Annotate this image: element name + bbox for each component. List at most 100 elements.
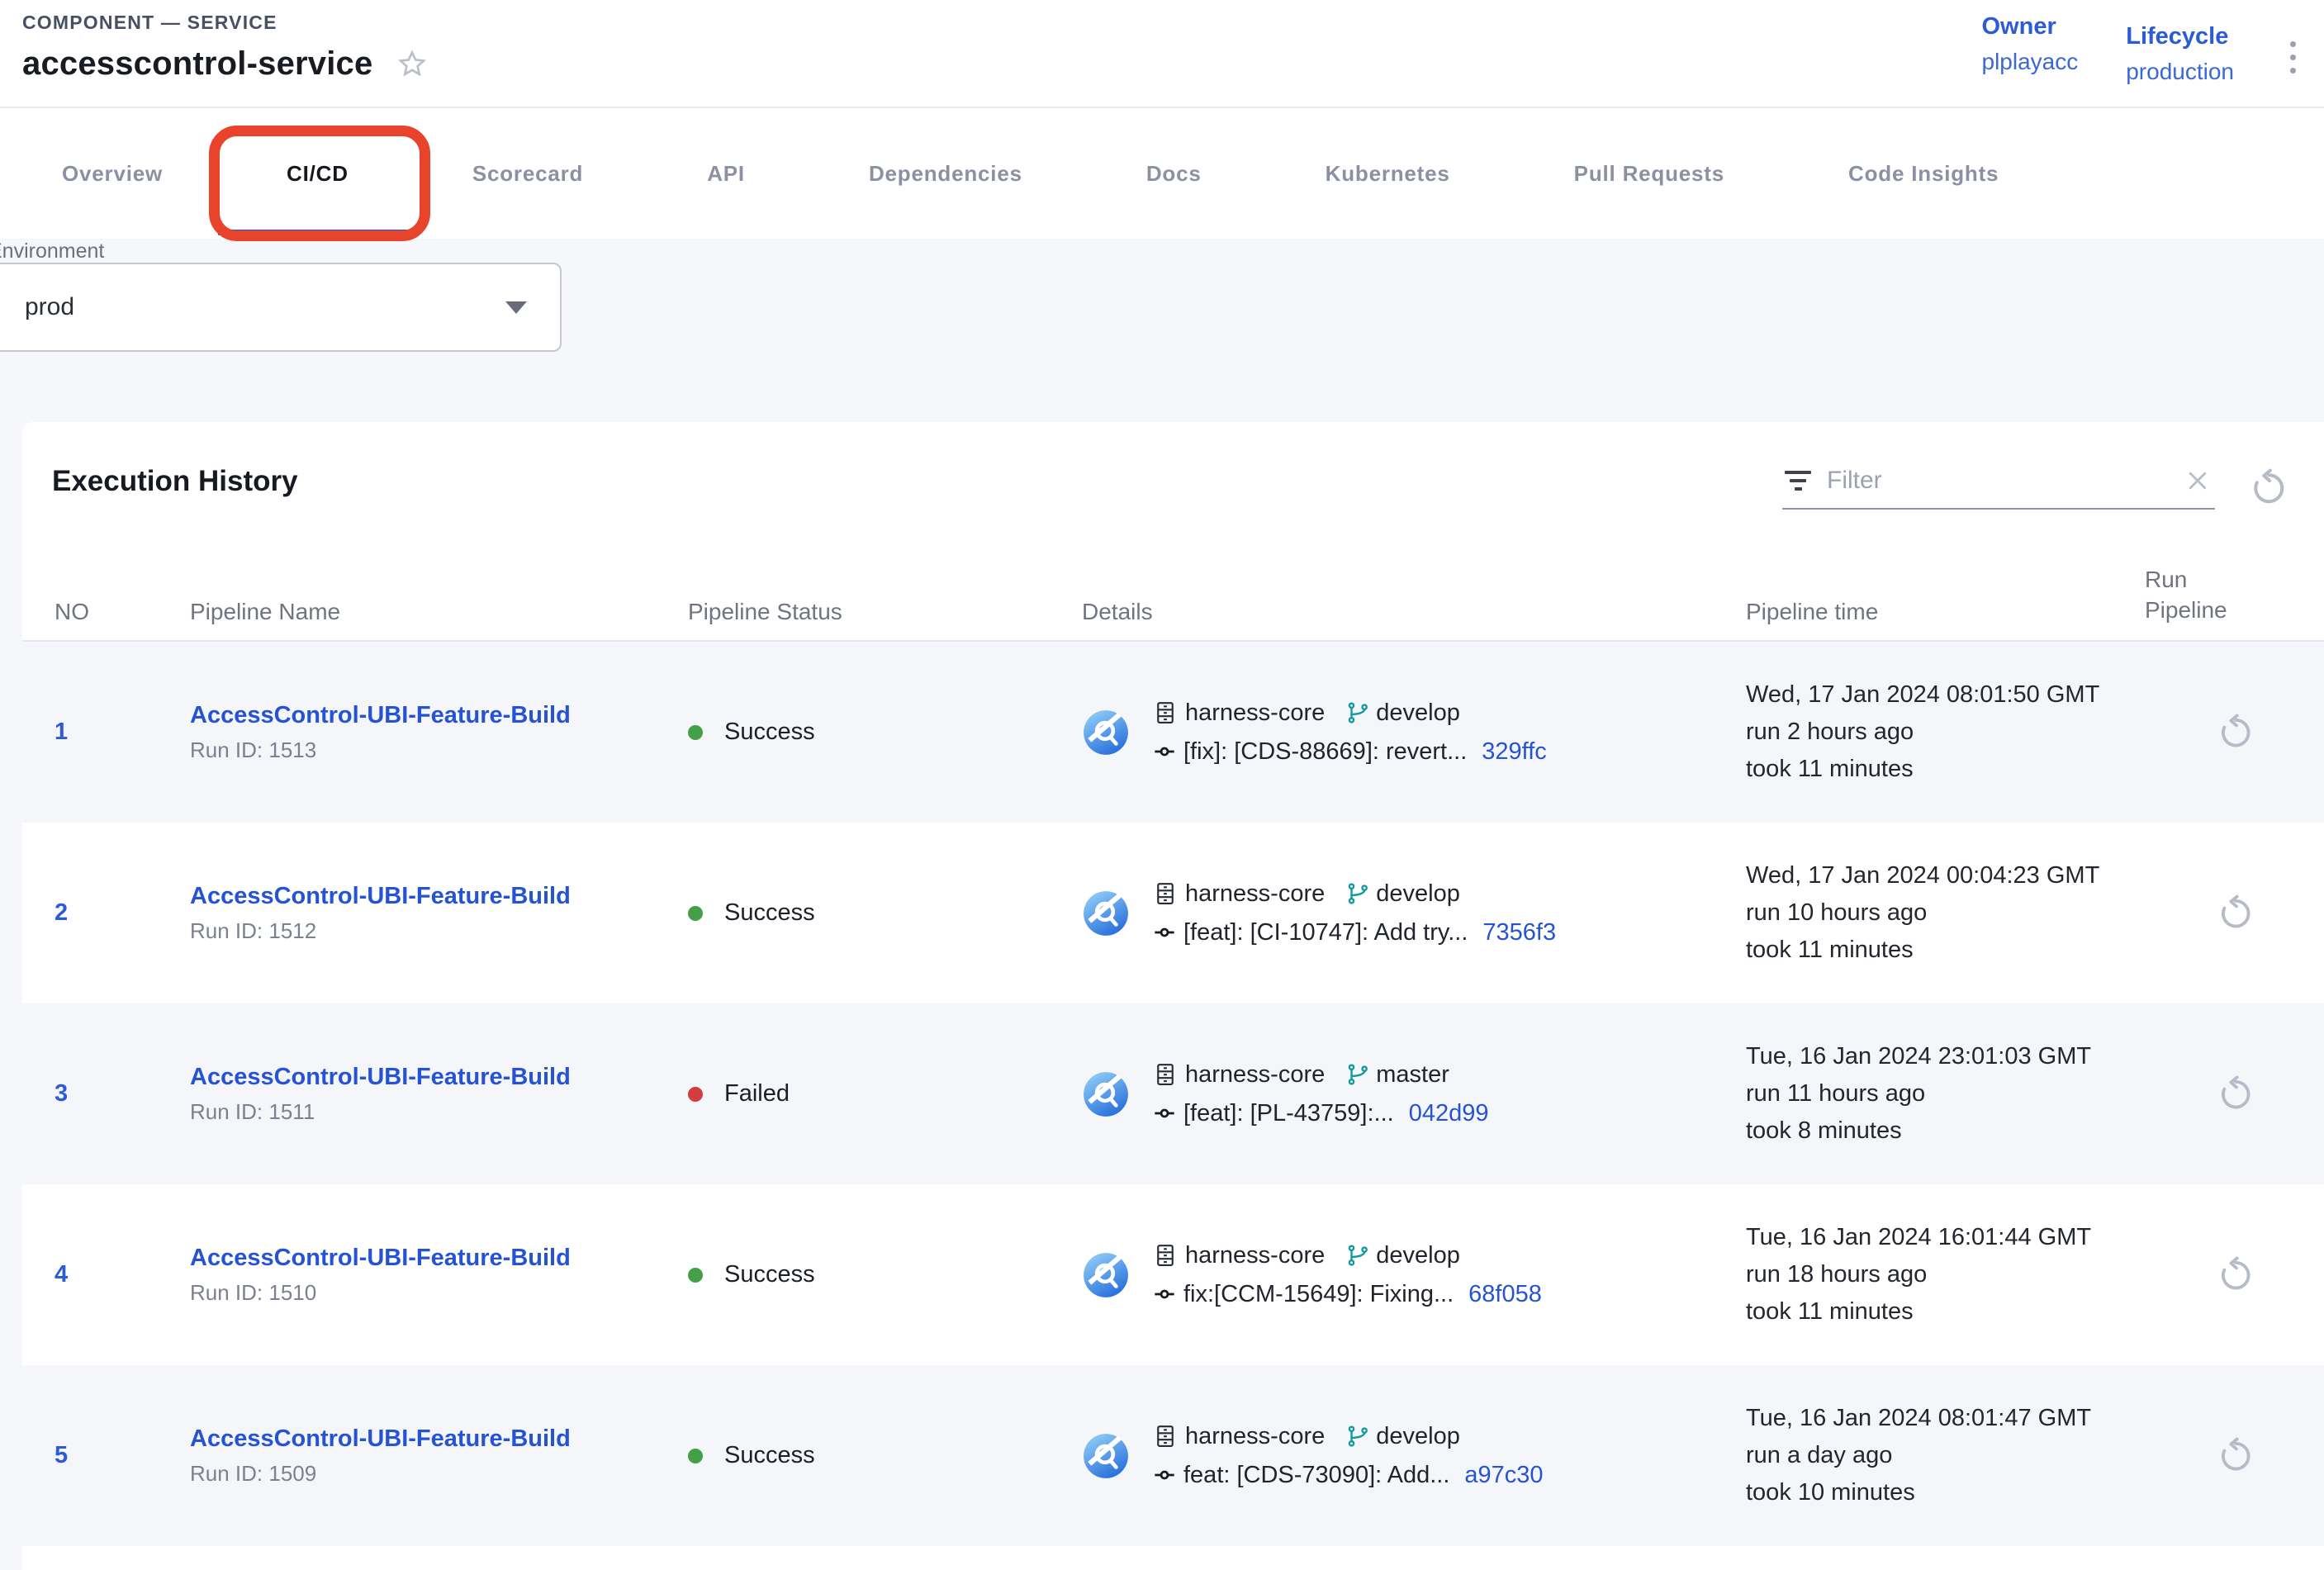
commit-sha-link[interactable]: 7356f3	[1482, 919, 1556, 946]
git-commit-icon	[1153, 1283, 1176, 1306]
pipeline-time: Wed, 17 Jan 2024 08:01:50 GMT run 2 hour…	[1727, 680, 2145, 785]
owner-link[interactable]: plplayacc	[1982, 49, 2079, 75]
column-header-run-pipeline: Run Pipeline	[2145, 564, 2269, 625]
repo-name: harness-core	[1185, 1242, 1325, 1269]
commit-message: fix:[CCM-15649]: Fixing...	[1183, 1281, 1454, 1308]
table-row: 2 AccessControl-UBI-Feature-Build Run ID…	[22, 823, 2324, 1003]
pipeline-name-link[interactable]: AccessControl-UBI-Feature-Build	[190, 1245, 661, 1272]
tab-api[interactable]: API	[707, 108, 745, 239]
status-text: Success	[724, 1261, 815, 1288]
commit-sha-link[interactable]: a97c30	[1464, 1462, 1543, 1489]
pipeline-time: Wed, 17 Jan 2024 00:04:23 GMT run 10 hou…	[1727, 861, 2145, 965]
lifecycle-label: Lifecycle	[2126, 23, 2234, 50]
entity-tabbar: Overview CI/CD Scorecard API Dependencie…	[0, 108, 2324, 239]
run-pipeline-icon[interactable]	[2216, 714, 2254, 752]
commit-message: [feat]: [PL-43759]:...	[1183, 1100, 1394, 1127]
tab-scorecard[interactable]: Scorecard	[472, 108, 583, 239]
column-header-pipeline-status: Pipeline Status	[661, 599, 1044, 625]
tab-docs[interactable]: Docs	[1146, 108, 1202, 239]
repo-icon	[1153, 881, 1178, 906]
execution-ci-icon	[1082, 889, 1130, 937]
pipeline-name-link[interactable]: AccessControl-UBI-Feature-Build	[190, 702, 661, 729]
execution-ci-icon	[1082, 709, 1130, 757]
tab-overview[interactable]: Overview	[62, 108, 163, 239]
filter-input[interactable]	[1827, 467, 2170, 495]
repo-name: harness-core	[1185, 1061, 1325, 1089]
filter-icon	[1784, 471, 1812, 491]
tab-code-insights[interactable]: Code Insights	[1848, 108, 1999, 239]
repo-icon	[1153, 1243, 1178, 1268]
git-branch-icon	[1345, 1424, 1370, 1449]
execution-ci-icon	[1082, 1070, 1130, 1118]
environment-select[interactable]: prod	[0, 263, 562, 352]
table-row: 5 AccessControl-UBI-Feature-Build Run ID…	[22, 1365, 2324, 1546]
commit-sha-link[interactable]: 329ffc	[1482, 738, 1546, 766]
pipeline-time: Tue, 16 Jan 2024 16:01:44 GMT run 18 hou…	[1727, 1222, 2145, 1327]
pipeline-name-link[interactable]: AccessControl-UBI-Feature-Build	[190, 883, 661, 910]
repo-name: harness-core	[1185, 1423, 1325, 1450]
repo-name: harness-core	[1185, 700, 1325, 727]
row-number: 1	[22, 719, 165, 746]
lifecycle-meta: Lifecycle production	[2126, 23, 2234, 85]
pipeline-name-link[interactable]: AccessControl-UBI-Feature-Build	[190, 1064, 661, 1091]
status-dot	[688, 906, 703, 921]
clear-filter-icon[interactable]	[2185, 468, 2210, 493]
commit-message: [feat]: [CI-10747]: Add try...	[1183, 919, 1468, 946]
status-dot	[688, 1087, 703, 1102]
owner-meta: Owner plplayacc	[1982, 13, 2079, 75]
commit-sha-link[interactable]: 68f058	[1468, 1281, 1542, 1308]
pipeline-time: Tue, 16 Jan 2024 23:01:03 GMT run 11 hou…	[1727, 1041, 2145, 1146]
table-row: 3 AccessControl-UBI-Feature-Build Run ID…	[22, 1003, 2324, 1184]
column-header-pipeline-time: Pipeline time	[1727, 599, 2145, 625]
environment-label: Environment	[0, 240, 104, 263]
git-commit-icon	[1153, 1463, 1176, 1487]
repo-name: harness-core	[1185, 880, 1325, 908]
tab-cicd[interactable]: CI/CD	[287, 108, 349, 239]
git-commit-icon	[1153, 921, 1176, 944]
column-header-no: NO	[22, 599, 165, 625]
repo-icon	[1153, 700, 1178, 725]
entity-title-block: COMPONENT — SERVICE accesscontrol-servic…	[22, 0, 429, 83]
tab-pull-requests[interactable]: Pull Requests	[1574, 108, 1724, 239]
refresh-icon[interactable]	[2248, 468, 2288, 508]
execution-ci-icon	[1082, 1251, 1130, 1299]
row-number: 2	[22, 899, 165, 927]
pipeline-name-link[interactable]: AccessControl-UBI-Feature-Build	[190, 1425, 661, 1453]
run-pipeline-icon[interactable]	[2216, 1256, 2254, 1294]
row-number: 4	[22, 1261, 165, 1288]
git-branch-icon	[1345, 1062, 1370, 1087]
tab-dependencies[interactable]: Dependencies	[869, 108, 1022, 239]
branch-name: develop	[1376, 1242, 1460, 1269]
environment-section: Environment prod	[0, 239, 2324, 422]
branch-name: develop	[1376, 1423, 1460, 1450]
run-id: Run ID: 1512	[190, 918, 661, 944]
repo-icon	[1153, 1424, 1178, 1449]
favorite-star-icon[interactable]	[396, 48, 429, 81]
commit-sha-link[interactable]: 042d99	[1409, 1100, 1489, 1127]
more-options-kebab-icon[interactable]	[2282, 36, 2304, 78]
execution-history-card: Execution History NO Pipeline Name Pipel…	[22, 422, 2324, 1570]
lifecycle-link[interactable]: production	[2126, 59, 2234, 85]
status-text: Success	[724, 899, 815, 927]
status-text: Success	[724, 719, 815, 746]
run-pipeline-icon[interactable]	[2216, 894, 2254, 932]
table-row: 1 AccessControl-UBI-Feature-Build Run ID…	[22, 642, 2324, 823]
git-branch-icon	[1345, 881, 1370, 906]
status-dot	[688, 725, 703, 740]
execution-history-title: Execution History	[52, 465, 298, 498]
status-text: Success	[724, 1442, 815, 1469]
tab-kubernetes[interactable]: Kubernetes	[1326, 108, 1450, 239]
run-pipeline-icon[interactable]	[2216, 1437, 2254, 1475]
page-title: accesscontrol-service	[22, 45, 372, 83]
filter-box	[1782, 467, 2215, 510]
run-id: Run ID: 1510	[190, 1280, 661, 1306]
status-text: Failed	[724, 1080, 790, 1108]
git-branch-icon	[1345, 1243, 1370, 1268]
execution-ci-icon	[1082, 1432, 1130, 1480]
run-pipeline-icon[interactable]	[2216, 1075, 2254, 1113]
run-id: Run ID: 1509	[190, 1461, 661, 1487]
column-header-pipeline-name: Pipeline Name	[165, 599, 661, 625]
table-row: 4 AccessControl-UBI-Feature-Build Run ID…	[22, 1184, 2324, 1365]
branch-name: develop	[1376, 700, 1460, 727]
git-commit-icon	[1153, 740, 1176, 763]
